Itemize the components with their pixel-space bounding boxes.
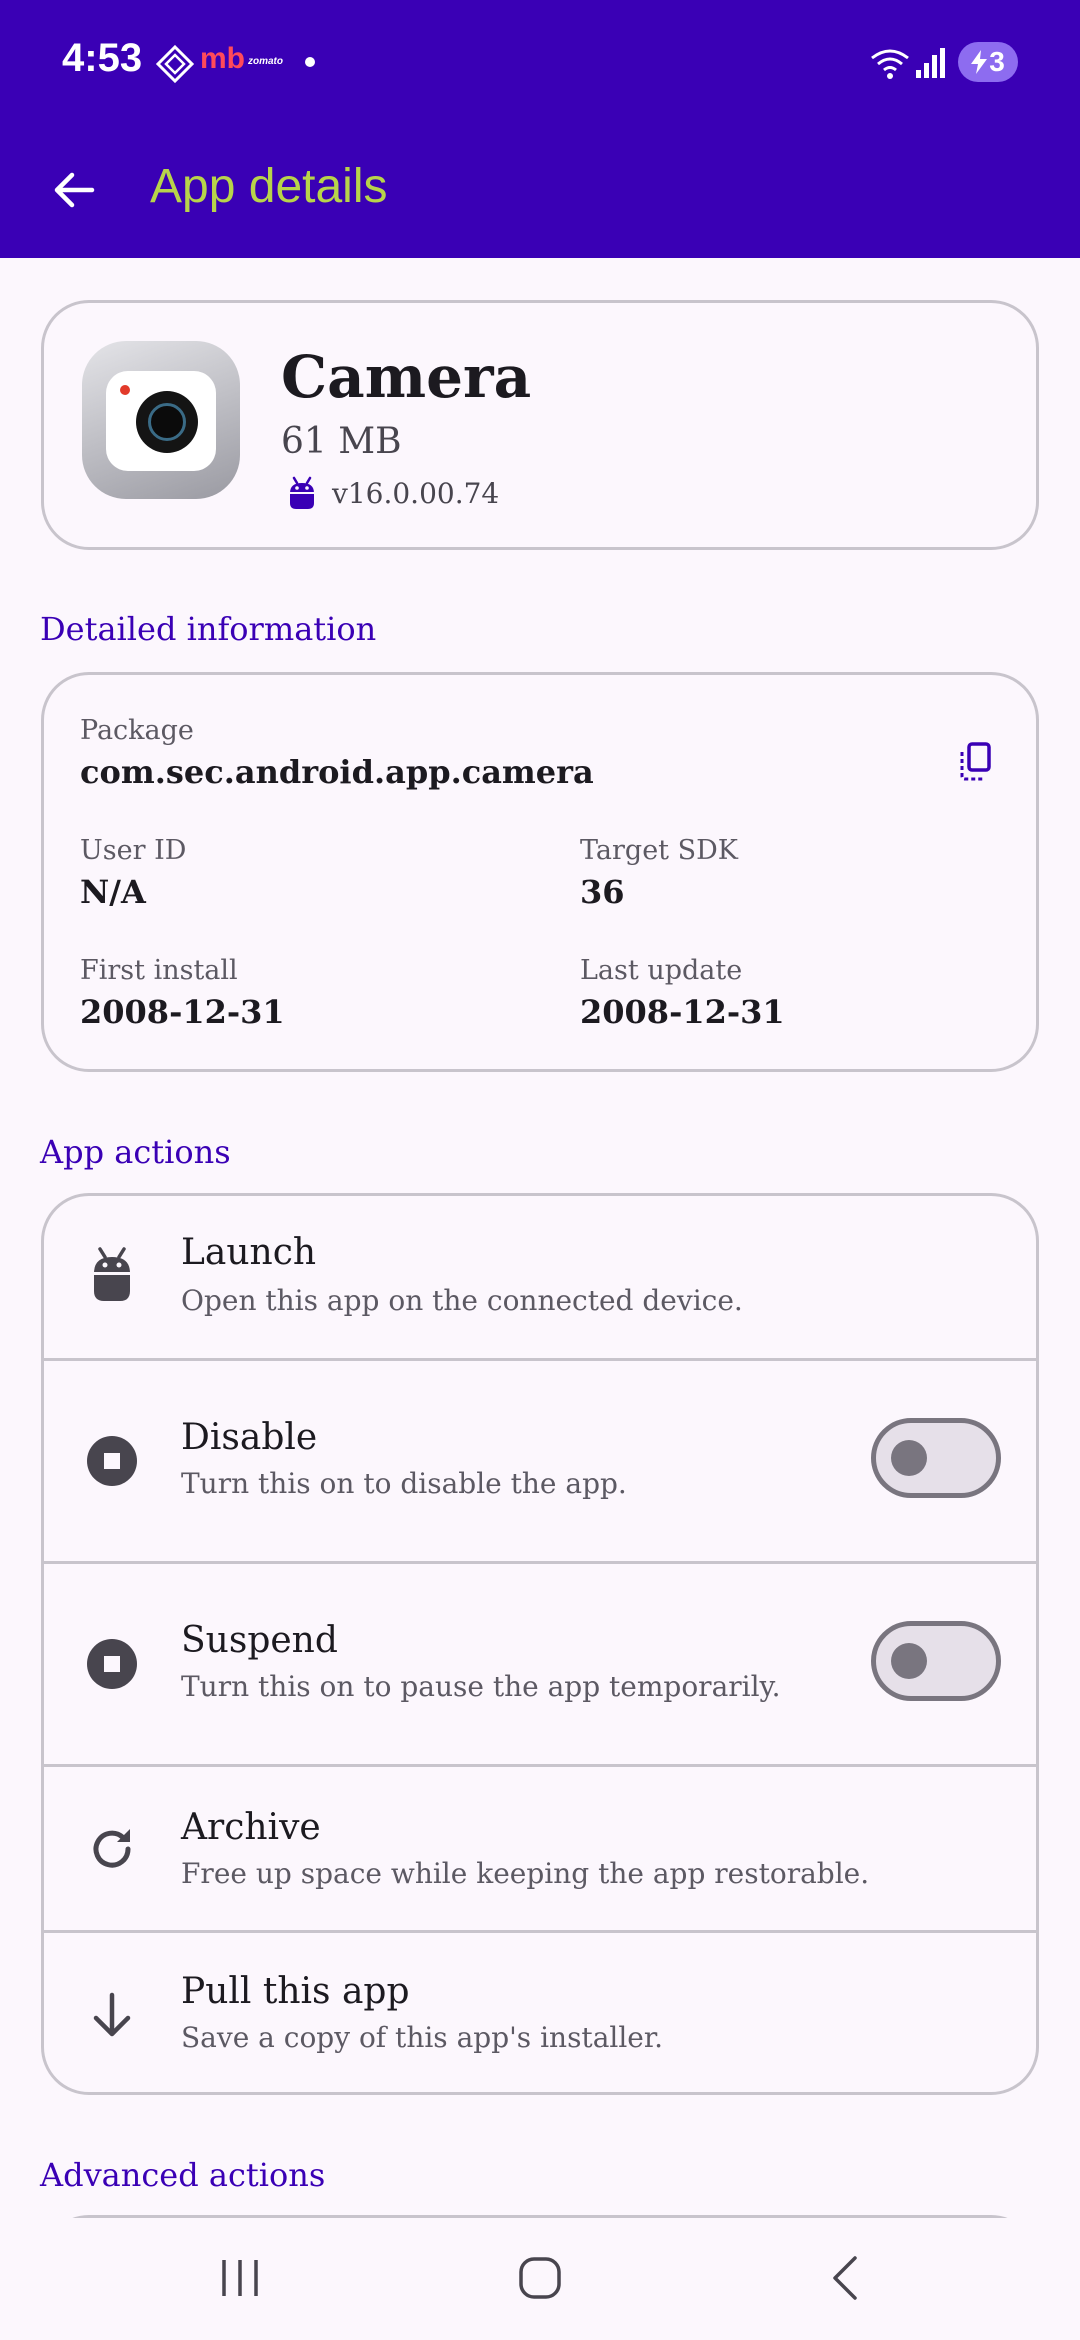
android-launch-icon — [82, 1244, 142, 1304]
first-install-value: 2008-12-31 — [80, 993, 285, 1031]
signal-icon — [916, 48, 945, 78]
suspend-action[interactable]: Suspend Turn this on to pause the app te… — [44, 1564, 1036, 1764]
suspend-title: Suspend — [181, 1620, 338, 1661]
system-navigation-bar — [0, 2218, 1080, 2340]
battery-indicator: 3 — [958, 42, 1018, 82]
package-value[interactable]: com.sec.android.app.camera — [80, 753, 594, 791]
page-title: App details — [150, 160, 388, 213]
recent-apps-icon — [222, 2260, 258, 2296]
last-update-value: 2008-12-31 — [580, 993, 785, 1031]
camera-app-icon — [82, 341, 240, 499]
archive-description: Free up space while keeping the app rest… — [181, 1857, 870, 1890]
toggle-knob — [891, 1643, 927, 1679]
disable-toggle[interactable] — [871, 1418, 1001, 1498]
app-size: 61 MB — [281, 421, 402, 462]
launch-description: Open this app on the connected device. — [181, 1284, 743, 1317]
copy-icon — [960, 742, 991, 781]
download-arrow-icon — [82, 1985, 142, 2045]
archive-action[interactable]: Archive Free up space while keeping the … — [44, 1767, 1036, 1930]
app-actions-heading: App actions — [40, 1133, 231, 1171]
user-id-label: User ID — [80, 835, 187, 866]
app-name: Camera — [281, 343, 532, 411]
back-button[interactable] — [34, 150, 114, 230]
pull-app-title: Pull this app — [181, 1971, 410, 2012]
status-bar: 4:53 mb zomato 3 — [0, 0, 1080, 124]
wifi-icon — [871, 49, 909, 79]
android-icon — [290, 476, 314, 509]
detailed-information-card: Package com.sec.android.app.camera User … — [41, 672, 1039, 1072]
disable-description: Turn this on to disable the app. — [181, 1467, 627, 1500]
pull-app-description: Save a copy of this app's installer. — [181, 2021, 664, 2054]
last-update-label: Last update — [580, 955, 743, 986]
archive-title: Archive — [181, 1807, 321, 1848]
user-id-value: N/A — [80, 873, 146, 911]
recent-apps-button[interactable] — [190, 2238, 290, 2318]
status-time: 4:53 — [62, 36, 143, 80]
refresh-icon — [82, 1819, 142, 1879]
suspend-description: Turn this on to pause the app temporaril… — [181, 1670, 781, 1703]
pull-app-action[interactable]: Pull this app Save a copy of this app's … — [44, 1933, 1036, 2092]
stop-icon — [82, 1431, 142, 1491]
app-actions-card: Launch Open this app on the connected de… — [41, 1193, 1039, 2095]
home-icon — [519, 2257, 561, 2299]
app-version: v16.0.00.74 — [332, 477, 500, 510]
copy-package-button[interactable] — [940, 727, 1010, 797]
launch-action[interactable]: Launch Open this app on the connected de… — [44, 1196, 1036, 1358]
more-notifications-dot — [305, 57, 315, 67]
mb-notification-icon: mb — [200, 42, 245, 75]
diamond-notification-icon — [156, 44, 194, 84]
target-sdk-label: Target SDK — [580, 835, 738, 866]
advanced-actions-heading: Advanced actions — [40, 2156, 326, 2194]
arrow-back-icon — [54, 172, 95, 208]
launch-title: Launch — [181, 1232, 317, 1273]
app-header-card: Camera 61 MB v16.0.00.74 — [41, 300, 1039, 550]
first-install-label: First install — [80, 955, 238, 986]
disable-action[interactable]: Disable Turn this on to disable the app. — [44, 1361, 1036, 1561]
zomato-notification-icon: zomato — [248, 56, 283, 67]
top-app-bar: App details — [0, 124, 1080, 258]
suspend-toggle[interactable] — [871, 1621, 1001, 1701]
stop-icon — [82, 1634, 142, 1694]
system-back-button[interactable] — [795, 2238, 895, 2318]
toggle-knob — [891, 1440, 927, 1476]
target-sdk-value: 36 — [580, 873, 625, 911]
home-button[interactable] — [490, 2238, 590, 2318]
charging-bolt-icon — [971, 50, 988, 74]
package-label: Package — [80, 715, 194, 746]
detailed-information-heading: Detailed information — [40, 610, 377, 648]
chevron-left-icon — [833, 2256, 857, 2300]
disable-title: Disable — [181, 1417, 318, 1458]
battery-level: 3 — [989, 46, 1005, 77]
